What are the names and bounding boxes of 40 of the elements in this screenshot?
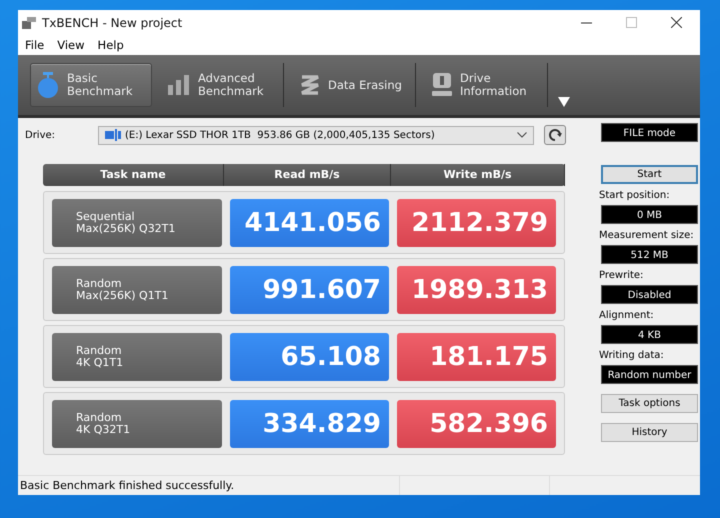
read-value: 65.108 [230, 332, 389, 380]
column-header: Write mB/s [391, 164, 565, 186]
tab[interactable]: Basic Benchmark [30, 63, 152, 107]
status-text: Basic Benchmark finished successfully. [19, 479, 236, 492]
task-name: Sequential Max(256K) Q32T1 [52, 198, 222, 246]
write-value: 582.396 [397, 400, 556, 448]
setting-label: Measurement size: [599, 230, 695, 241]
menu-item[interactable]: File [25, 38, 44, 52]
setting-value[interactable]: Disabled [601, 285, 698, 304]
read-value: 4141.056 [230, 198, 389, 246]
setting-label: Alignment: [599, 310, 655, 321]
setting-label: Prewrite: [599, 270, 644, 281]
mode-display: FILE mode [601, 123, 698, 142]
tab[interactable]: Advanced Benchmark [162, 63, 284, 107]
side-button[interactable]: History [601, 423, 698, 442]
drive-label: Drive: [25, 130, 56, 140]
setting-label: Start position: [599, 190, 671, 201]
tab[interactable]: Drive Information [426, 63, 548, 107]
read-value: 334.829 [230, 400, 389, 448]
menu-item[interactable]: Help [98, 38, 124, 52]
write-value: 181.175 [397, 332, 556, 380]
drive-select[interactable]: (E:) Lexar SSD THOR 1TB 953.86 GB (2,000,405,135 Sectors) [98, 126, 534, 144]
setting-label: Writing data: [599, 350, 665, 361]
start-button[interactable]: Start [601, 165, 698, 184]
write-value: 1989.313 [397, 266, 556, 314]
task-name: Random 4K Q32T1 [52, 400, 222, 448]
setting-value[interactable]: 512 MB [601, 245, 698, 264]
menu-item[interactable]: View [57, 38, 85, 52]
setting-value[interactable]: 0 MB [601, 205, 698, 224]
setting-value[interactable]: Random number [601, 365, 698, 384]
window-title: TxBENCH - New project [42, 16, 182, 30]
task-name: Random Max(256K) Q1T1 [52, 266, 222, 314]
side-button[interactable]: Task options [601, 394, 698, 413]
setting-value[interactable]: 4 KB [601, 325, 698, 344]
read-value: 991.607 [230, 266, 389, 314]
column-header: Read mB/s [224, 164, 391, 186]
write-value: 2112.379 [397, 198, 556, 246]
tab[interactable]: Data Erasing [294, 63, 416, 107]
column-header: Task name [43, 164, 224, 186]
task-name: Random 4K Q1T1 [52, 332, 222, 380]
